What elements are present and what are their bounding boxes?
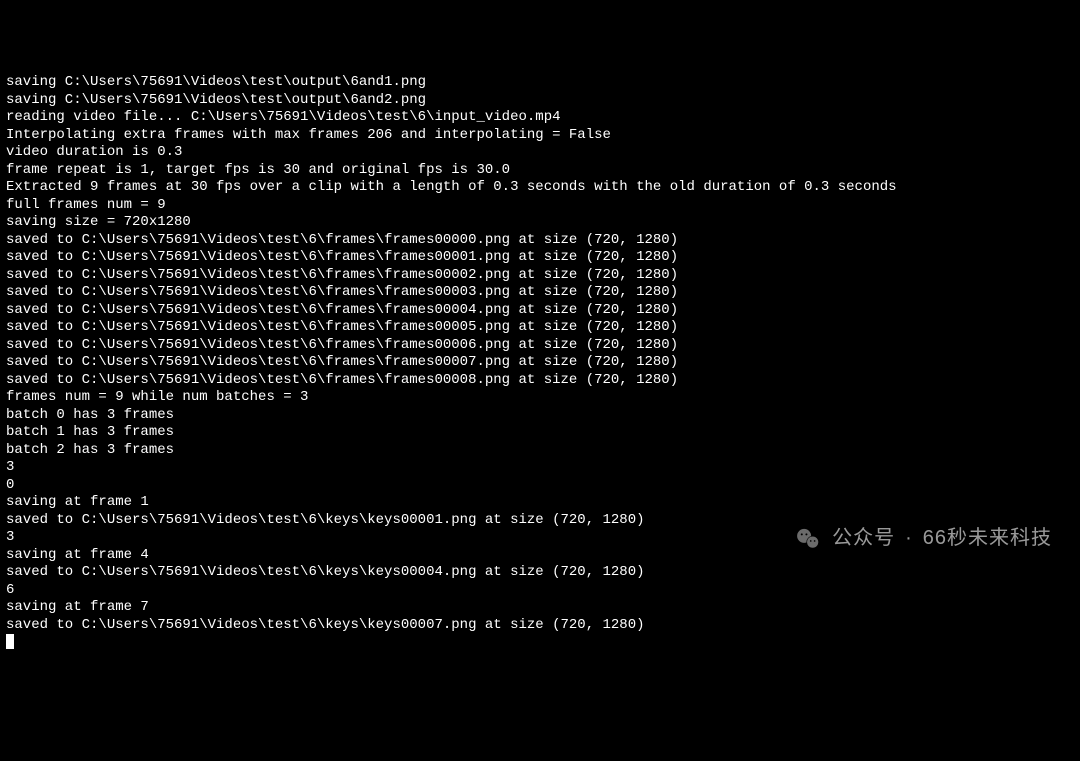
terminal-line: batch 1 has 3 frames <box>6 424 1074 442</box>
terminal-line: saved to C:\Users\75691\Videos\test\6\fr… <box>6 267 1074 285</box>
terminal-line: saved to C:\Users\75691\Videos\test\6\fr… <box>6 232 1074 250</box>
terminal-line: saved to C:\Users\75691\Videos\test\6\ke… <box>6 617 1074 635</box>
terminal-line: saved to C:\Users\75691\Videos\test\6\fr… <box>6 284 1074 302</box>
terminal-line: full frames num = 9 <box>6 197 1074 215</box>
terminal-line: saving at frame 7 <box>6 599 1074 617</box>
terminal-line: saving C:\Users\75691\Videos\test\output… <box>6 74 1074 92</box>
terminal-line: saved to C:\Users\75691\Videos\test\6\fr… <box>6 372 1074 390</box>
terminal-line: 6 <box>6 582 1074 600</box>
terminal-line: 0 <box>6 477 1074 495</box>
terminal-line: 3 <box>6 529 1074 547</box>
terminal-line: saved to C:\Users\75691\Videos\test\6\ke… <box>6 512 1074 530</box>
terminal-line: reading video file... C:\Users\75691\Vid… <box>6 109 1074 127</box>
terminal-line: video duration is 0.3 <box>6 144 1074 162</box>
terminal-line: saved to C:\Users\75691\Videos\test\6\fr… <box>6 302 1074 320</box>
terminal-line: frame repeat is 1, target fps is 30 and … <box>6 162 1074 180</box>
terminal-line: saved to C:\Users\75691\Videos\test\6\ke… <box>6 564 1074 582</box>
terminal-line: batch 0 has 3 frames <box>6 407 1074 425</box>
terminal-line: frames num = 9 while num batches = 3 <box>6 389 1074 407</box>
terminal-line: Interpolating extra frames with max fram… <box>6 127 1074 145</box>
terminal-cursor <box>6 634 14 649</box>
terminal-line: 3 <box>6 459 1074 477</box>
terminal-line: saved to C:\Users\75691\Videos\test\6\fr… <box>6 319 1074 337</box>
terminal-line: Extracted 9 frames at 30 fps over a clip… <box>6 179 1074 197</box>
terminal-line: batch 2 has 3 frames <box>6 442 1074 460</box>
terminal-line: saving C:\Users\75691\Videos\test\output… <box>6 92 1074 110</box>
terminal-line: saving size = 720x1280 <box>6 214 1074 232</box>
terminal-line: saving at frame 4 <box>6 547 1074 565</box>
terminal-line: saved to C:\Users\75691\Videos\test\6\fr… <box>6 354 1074 372</box>
terminal-line: saving at frame 1 <box>6 494 1074 512</box>
terminal-line: saved to C:\Users\75691\Videos\test\6\fr… <box>6 337 1074 355</box>
terminal-line: saved to C:\Users\75691\Videos\test\6\fr… <box>6 249 1074 267</box>
terminal-output: saving C:\Users\75691\Videos\test\output… <box>6 74 1074 634</box>
